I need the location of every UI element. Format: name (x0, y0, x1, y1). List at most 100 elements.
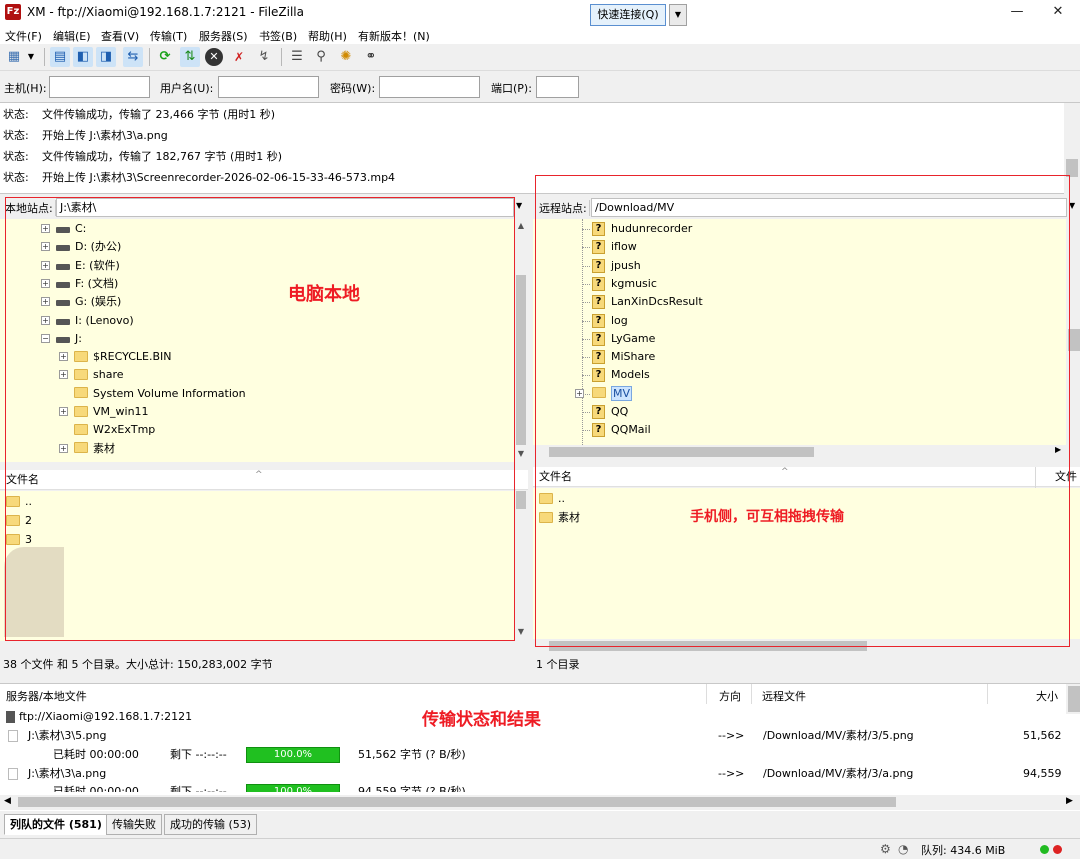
remote-path-dropdown-icon[interactable]: ▼ (1069, 201, 1075, 210)
expand-icon[interactable]: + (41, 242, 50, 252)
expand-icon[interactable]: + (41, 278, 50, 288)
list-item[interactable]: 2 (6, 511, 32, 530)
message-log-scrollbar[interactable] (1064, 103, 1080, 195)
local-tree-item[interactable]: W2xExTmp (0, 421, 514, 439)
port-input[interactable] (536, 76, 579, 98)
local-path-input[interactable]: J:\素材\ (56, 198, 514, 217)
local-tree-item[interactable]: + VM_win11 (0, 403, 514, 421)
expand-icon[interactable]: + (41, 224, 50, 233)
local-tree-item[interactable]: + E: (软件) (0, 257, 514, 275)
expand-icon[interactable]: + (59, 352, 68, 362)
remote-tree-item[interactable]: ? Models (533, 366, 1067, 384)
remote-list-hscrollbar[interactable] (533, 639, 1080, 653)
remote-tree-hscrollbar[interactable]: ▶ (533, 445, 1066, 459)
tree-item-label: J: (75, 331, 82, 345)
quickconnect-button[interactable]: 快速连接(Q) (590, 4, 666, 26)
disconnect-icon[interactable]: ✗ (229, 47, 249, 67)
queue-hscrollbar[interactable]: ◀ ▶ (0, 795, 1080, 810)
local-tree-scrollbar[interactable]: ▲ ▼ (514, 219, 528, 462)
username-input[interactable] (218, 76, 319, 98)
search-remote-icon[interactable]: ⚭ (361, 47, 381, 67)
local-filename-column[interactable]: 文件名 (6, 470, 39, 490)
queue-header-direction[interactable]: 方向 (719, 688, 741, 704)
list-item[interactable]: .. (539, 489, 565, 508)
menu-new-version[interactable]: 有新版本！(N) (358, 28, 430, 44)
local-tree-item[interactable]: + 素材 (0, 440, 514, 458)
remote-filename-column[interactable]: 文件名 (539, 467, 572, 487)
local-tree-item[interactable]: + share (0, 366, 514, 384)
cancel-icon[interactable]: ✕ (205, 48, 223, 66)
menu-view[interactable]: 查看(V) (101, 28, 139, 44)
close-button[interactable]: ✕ (1036, 0, 1080, 25)
sync-browsing-icon[interactable]: ✺ (336, 47, 356, 67)
tab-failed-transfers[interactable]: 传输失败 (106, 814, 162, 835)
queue-item-row[interactable]: J:\素材\3\5.png (8, 727, 107, 745)
dropdown-arrow-icon[interactable]: ▼ (25, 47, 37, 67)
remote-tree-toggle-icon[interactable]: ◨ (96, 47, 116, 67)
menu-edit[interactable]: 编辑(E) (53, 28, 91, 44)
password-input[interactable] (379, 76, 480, 98)
speed-limit-icon[interactable]: ◔ (898, 842, 908, 856)
queue-vscrollbar[interactable] (1066, 684, 1080, 714)
remote-tree-item[interactable]: ? MiShare (533, 348, 1067, 366)
comparison-icon[interactable]: ⚲ (311, 47, 331, 67)
menu-bookmarks[interactable]: 书签(B) (259, 28, 297, 44)
tab-successful-transfers[interactable]: 成功的传输 (53) (164, 814, 258, 835)
expand-icon[interactable]: + (59, 443, 68, 453)
local-tree-item[interactable]: + $RECYCLE.BIN (0, 348, 514, 366)
local-tree-item[interactable]: + C: (0, 220, 514, 238)
expand-icon[interactable]: + (41, 297, 50, 307)
remote-tree-item[interactable]: ? QQ (533, 403, 1067, 421)
remote-tree-item[interactable]: ? QQMail (533, 421, 1067, 439)
menu-transfer[interactable]: 传输(T) (150, 28, 187, 44)
message-log-toggle-icon[interactable]: ▤ (50, 47, 70, 67)
site-manager-icon[interactable]: ▦ (4, 47, 24, 67)
remote-tree-item[interactable]: ? hudunrecorder (533, 220, 1067, 238)
refresh-icon[interactable]: ⟳ (155, 47, 175, 67)
menu-file[interactable]: 文件(F) (5, 28, 42, 44)
list-item[interactable]: 素材 (539, 508, 580, 527)
list-item[interactable]: .. (6, 492, 32, 511)
local-list-scrollbar[interactable]: ▼ (514, 491, 528, 641)
queue-header-remote[interactable]: 远程文件 (762, 688, 806, 704)
expand-icon[interactable]: + (59, 407, 68, 416)
sort-arrow-icon: ^ (781, 467, 789, 477)
quickconnect-history-dropdown[interactable]: ▼ (669, 4, 687, 26)
reconnect-icon[interactable]: ↯ (254, 47, 274, 67)
remote-tree-item[interactable]: ? LyGame (533, 330, 1067, 348)
local-tree-item[interactable]: − J: (0, 330, 514, 348)
queue-header-size[interactable]: 大小 (1036, 688, 1058, 704)
remote-tree-scrollbar[interactable] (1066, 219, 1080, 445)
maximize-button[interactable] (998, 0, 1038, 25)
local-tree-item[interactable]: + I: (Lenovo) (0, 312, 514, 330)
menu-help[interactable]: 帮助(H) (308, 28, 347, 44)
local-tree-item[interactable]: System Volume Information (0, 385, 514, 403)
remote-path-input[interactable]: /Download/MV (591, 198, 1067, 217)
remote-tree-item[interactable]: ? LanXinDcsResult (533, 293, 1067, 311)
remote-tree-item[interactable]: + MV (533, 385, 1067, 403)
local-tree-toggle-icon[interactable]: ◧ (73, 47, 93, 67)
host-input[interactable] (49, 76, 150, 98)
local-path-dropdown-icon[interactable]: ▼ (516, 201, 522, 210)
menu-server[interactable]: 服务器(S) (199, 28, 248, 44)
remote-tree-item[interactable]: ? iflow (533, 238, 1067, 256)
directory-filter-icon[interactable]: ☰ (287, 47, 307, 67)
remote-tree-item[interactable]: ? log (533, 312, 1067, 330)
queue-item-row[interactable]: J:\素材\3\a.png (8, 765, 106, 783)
local-tree-item[interactable]: + D: (办公) (0, 238, 514, 256)
local-tree-item[interactable]: + F: (文档) (0, 275, 514, 293)
expand-icon[interactable]: + (59, 370, 68, 380)
tree-item-label: LyGame (611, 331, 656, 345)
remote-tree-item[interactable]: ? kgmusic (533, 275, 1067, 293)
collapse-icon[interactable]: − (41, 333, 50, 343)
expand-icon[interactable]: + (575, 388, 584, 398)
tab-queued-files[interactable]: 列队的文件 (581) (4, 814, 108, 835)
expand-icon[interactable]: + (41, 260, 50, 270)
queue-header-server[interactable]: 服务器/本地文件 (6, 688, 87, 704)
remote-tree-item[interactable]: ? jpush (533, 257, 1067, 275)
queue-server-row[interactable]: ftp://Xiaomi@192.168.1.7:2121 (6, 708, 192, 726)
process-queue-icon[interactable]: ⇅ (180, 47, 200, 67)
local-tree-item[interactable]: + G: (娱乐) (0, 293, 514, 311)
expand-icon[interactable]: + (41, 315, 50, 325)
transfer-queue-toggle-icon[interactable]: ⇆ (123, 47, 143, 67)
